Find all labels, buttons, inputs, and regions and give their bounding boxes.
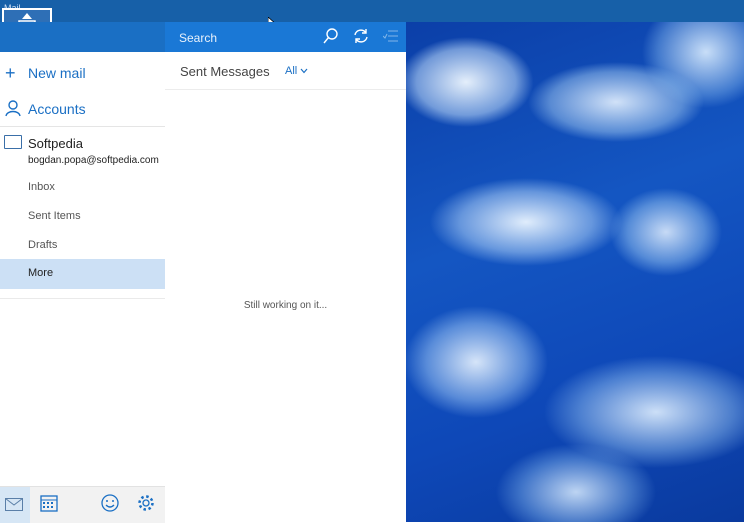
new-mail-button[interactable]: + New mail [0, 60, 165, 90]
folder-label: More [28, 267, 54, 279]
filter-label: All [285, 65, 298, 77]
select-mode-icon[interactable] [382, 28, 399, 48]
search-input[interactable]: Search [179, 31, 217, 45]
mail-switch-button[interactable] [0, 487, 30, 523]
folder-inbox[interactable]: Inbox [0, 173, 165, 203]
account-header[interactable]: Softpedia bogdan.popa@softpedia.com [0, 132, 165, 172]
account-name: Softpedia [28, 136, 83, 151]
calendar-icon[interactable] [40, 494, 58, 517]
settings-gear-icon[interactable] [137, 494, 155, 517]
folder-heading: Sent Messages [180, 64, 270, 79]
chevron-down-icon [300, 68, 308, 74]
divider [0, 126, 165, 127]
search-icon[interactable] [323, 28, 339, 48]
left-header-strip [0, 22, 165, 52]
account-email: bogdan.popa@softpedia.com [28, 155, 159, 166]
accounts-button[interactable]: Accounts [0, 96, 165, 126]
title-bar: Mail [0, 0, 744, 22]
folder-more[interactable]: More [0, 259, 165, 289]
folder-sent-items[interactable]: Sent Items [0, 202, 165, 232]
folder-drafts[interactable]: Drafts [0, 231, 165, 261]
smiley-feedback-icon[interactable] [101, 494, 119, 517]
divider [0, 298, 165, 299]
search-bar: Search [165, 22, 406, 52]
accounts-label: Accounts [28, 101, 86, 117]
message-list-pane: Sent Messages All Still working on it... [165, 52, 406, 522]
folder-icon [4, 135, 22, 149]
folder-label: Sent Items [28, 210, 81, 222]
loading-status: Still working on it... [243, 300, 328, 311]
folder-label: Inbox [28, 181, 55, 193]
person-icon [5, 99, 21, 122]
divider [165, 89, 406, 90]
filter-dropdown[interactable]: All [285, 65, 308, 77]
plus-icon: + [5, 63, 16, 83]
reading-pane-background-image [406, 22, 744, 522]
bottom-toolbar [0, 486, 165, 523]
new-mail-label: New mail [28, 65, 86, 81]
sync-icon[interactable] [353, 28, 369, 48]
navigation-pane: + New mail Accounts Softpedia bogdan.pop… [0, 52, 165, 522]
folder-label: Drafts [28, 239, 58, 251]
